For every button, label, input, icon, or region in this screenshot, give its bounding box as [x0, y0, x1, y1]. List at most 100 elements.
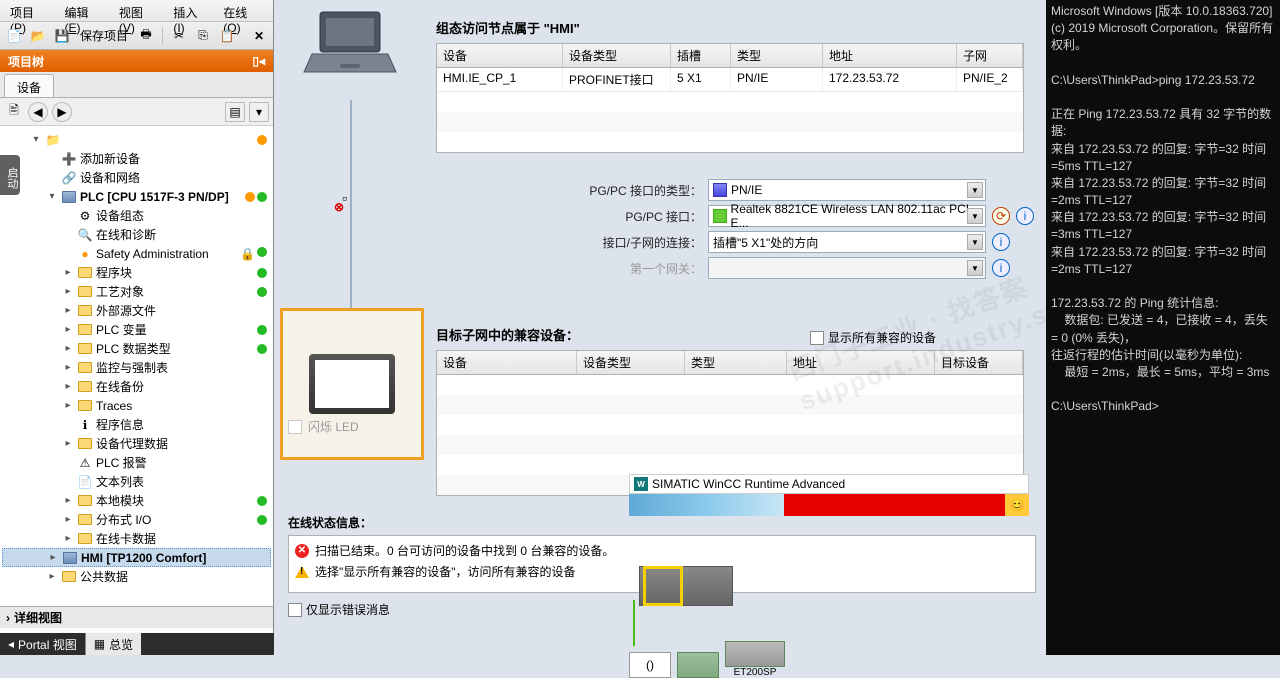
menu-online[interactable]: 在线(O)	[217, 2, 269, 19]
tree-item[interactable]: ●Safety Administration🔒	[2, 244, 271, 263]
cmd-terminal[interactable]: Microsoft Windows [版本 10.0.18363.720] (c…	[1046, 0, 1280, 655]
tree-item[interactable]: ▸HMI [TP1200 Comfort]	[2, 548, 271, 567]
tree-item[interactable]: 📄文本列表	[2, 472, 271, 491]
gateway-select[interactable]: ▼	[708, 257, 986, 279]
col-addr[interactable]: 地址	[787, 351, 935, 374]
hw-selected-module[interactable]	[643, 566, 683, 606]
tree-item[interactable]: ▸在线卡数据	[2, 529, 271, 548]
tab-devices[interactable]: 设备	[4, 74, 54, 97]
tree-item[interactable]: ▸监控与强制表	[2, 358, 271, 377]
only-errors-checkbox[interactable]	[288, 603, 302, 617]
tree-item[interactable]: ➕添加新设备	[2, 149, 271, 168]
tree-item[interactable]: ℹ程序信息	[2, 415, 271, 434]
col-address[interactable]: 地址	[823, 44, 957, 67]
col-type[interactable]: 类型	[731, 44, 823, 67]
overview-button[interactable]: ▦ 总览	[85, 633, 141, 655]
flash-led-checkbox[interactable]	[288, 420, 302, 434]
save-icon[interactable]: 💾	[52, 26, 72, 46]
hw-module-et200sp[interactable]	[677, 652, 719, 678]
expand-icon[interactable]: ▸	[62, 362, 74, 373]
menu-edit[interactable]: 编辑(E)	[58, 2, 108, 19]
expand-icon[interactable]: ▸	[47, 552, 59, 563]
show-all-checkbox[interactable]	[810, 331, 824, 345]
expand-icon[interactable]: ▸	[62, 533, 74, 544]
expand-icon[interactable]: ▸	[62, 267, 74, 278]
expand-icon[interactable]: ▸	[62, 438, 74, 449]
col-type[interactable]: 类型	[685, 351, 787, 374]
table-row[interactable]: HMI.IE_CP_1 PROFINET接口 5 X1 PN/IE 172.23…	[437, 68, 1023, 92]
expand-icon[interactable]: ▸	[62, 286, 74, 297]
tree-item[interactable]: ▸工艺对象	[2, 282, 271, 301]
project-tree[interactable]: ▾📁➕添加新设备🔗设备和网络▾PLC [CPU 1517F-3 PN/DP]⚙设…	[0, 126, 273, 606]
new-project-icon[interactable]: 📄	[4, 26, 24, 46]
expand-icon[interactable]: ▸	[62, 343, 74, 354]
expand-icon[interactable]: ▸	[62, 495, 74, 506]
col-device[interactable]: 设备	[437, 44, 563, 67]
copy-icon[interactable]: ⎘	[193, 26, 213, 46]
pgpc-if-select[interactable]: Realtek 8821CE Wireless LAN 802.11ac PCI…	[708, 205, 986, 227]
tree-item[interactable]: ▸PLC 变量	[2, 320, 271, 339]
tree-item[interactable]: ▸Traces	[2, 396, 271, 415]
collapse-panel-icon[interactable]: ▯◂	[252, 54, 265, 68]
paste-icon[interactable]: 📋	[217, 26, 237, 46]
menu-project[interactable]: 项目(P)	[4, 2, 54, 19]
col-device[interactable]: 设备	[437, 351, 577, 374]
tree-forward-icon[interactable]: ▶	[52, 102, 72, 122]
tree-back-icon[interactable]: ◀	[28, 102, 48, 122]
tree-item[interactable]: ⚙设备组态	[2, 206, 271, 225]
side-tab-start[interactable]: 启动	[0, 155, 20, 195]
open-project-icon[interactable]: 📂	[28, 26, 48, 46]
chevron-down-icon[interactable]: ▼	[967, 182, 983, 198]
expand-icon[interactable]: ▾	[46, 191, 58, 202]
tree-item[interactable]: ▸公共数据	[2, 567, 271, 586]
portal-view-button[interactable]: ◂ Portal 视图	[0, 633, 85, 655]
wincc-titlebar[interactable]: W SIMATIC WinCC Runtime Advanced	[629, 474, 1029, 494]
tree-item[interactable]: ▸分布式 I/O	[2, 510, 271, 529]
tree-item[interactable]: ▸外部源文件	[2, 301, 271, 320]
col-device-type[interactable]: 设备类型	[563, 44, 671, 67]
tree-collapse-icon[interactable]: ▤	[225, 102, 245, 122]
hw-slot[interactable]: ()	[629, 652, 671, 678]
conn-info-icon[interactable]: i	[992, 233, 1010, 251]
expand-icon[interactable]: ▸	[62, 400, 74, 411]
cut-icon[interactable]: ✂	[169, 26, 189, 46]
expand-icon[interactable]: ▸	[62, 514, 74, 525]
expand-detail-icon[interactable]: ›	[6, 611, 10, 625]
tree-item[interactable]: 🔍在线和诊断	[2, 225, 271, 244]
refresh-interfaces-icon[interactable]: ⟳	[992, 207, 1010, 225]
expand-icon[interactable]: ▸	[62, 381, 74, 392]
tree-view-icon[interactable]: 🖹	[4, 102, 24, 122]
tree-item[interactable]: ▾PLC [CPU 1517F-3 PN/DP]	[2, 187, 271, 206]
expand-icon[interactable]: ▸	[62, 324, 74, 335]
menu-insert[interactable]: 插入(I)	[167, 2, 213, 19]
interface-info-icon[interactable]: i	[1016, 207, 1034, 225]
tree-options-icon[interactable]: ▾	[249, 102, 269, 122]
hmi-device-selection[interactable]	[280, 308, 424, 460]
chevron-down-icon[interactable]: ▼	[967, 234, 983, 250]
expand-icon[interactable]: ▸	[46, 571, 58, 582]
col-subnet[interactable]: 子网	[957, 44, 1023, 67]
tree-item[interactable]: ▸程序块	[2, 263, 271, 282]
menu-view[interactable]: 视图(V)	[113, 2, 163, 19]
chevron-down-icon[interactable]: ▼	[967, 208, 983, 224]
pgpc-type-select[interactable]: PN/IE ▼	[708, 179, 986, 201]
chevron-down-icon[interactable]: ▼	[967, 260, 983, 276]
expand-icon[interactable]: ▾	[30, 134, 42, 145]
expand-icon[interactable]: ▸	[62, 305, 74, 316]
detail-view-header[interactable]: › 详细视图	[0, 606, 273, 628]
tree-item[interactable]: ▸设备代理数据	[2, 434, 271, 453]
tree-item[interactable]: ▸本地模块	[2, 491, 271, 510]
col-slot[interactable]: 插槽	[671, 44, 731, 67]
tree-item[interactable]: ⚠PLC 报警	[2, 453, 271, 472]
tree-item[interactable]: ▸PLC 数据类型	[2, 339, 271, 358]
tree-item[interactable]: ▸在线备份	[2, 377, 271, 396]
hw-module[interactable]	[725, 641, 785, 667]
gateway-info-icon[interactable]: i	[992, 259, 1010, 277]
conn-select[interactable]: 插槽"5 X1"处的方向 ▼	[708, 231, 986, 253]
wincc-runtime-window[interactable]: W SIMATIC WinCC Runtime Advanced 😊 () ET…	[629, 474, 1029, 656]
col-target[interactable]: 目标设备	[935, 351, 1023, 374]
tree-item[interactable]: ▾📁	[2, 130, 271, 149]
hardware-view[interactable]: () ET200SP	[629, 516, 1029, 656]
print-icon[interactable]: 🖶	[136, 26, 156, 46]
close-icon[interactable]: ✕	[249, 26, 269, 46]
